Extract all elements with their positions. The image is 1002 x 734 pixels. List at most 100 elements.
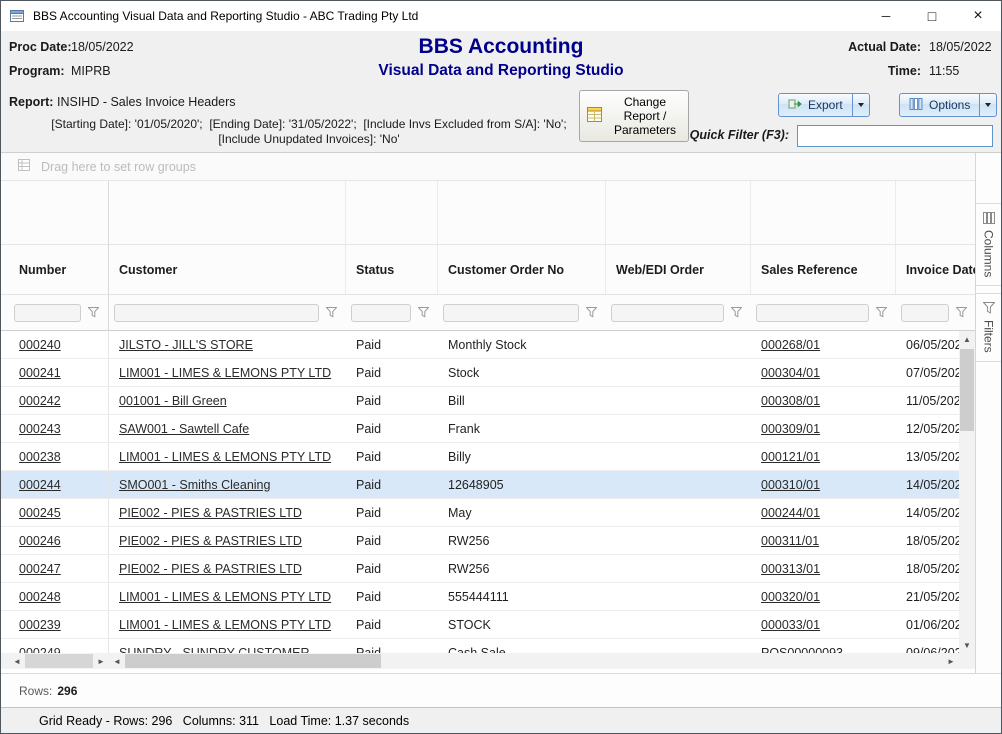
- filter-funnel-icon[interactable]: [586, 307, 597, 318]
- close-button[interactable]: ×: [955, 1, 1001, 31]
- table-row[interactable]: 000249SUNDRY - SUNDRY CUSTOMERPaidCash S…: [1, 639, 959, 653]
- column-header-number[interactable]: Number: [9, 245, 109, 294]
- table-row[interactable]: 000239LIM001 - LIMES & LEMONS PTY LTDPai…: [1, 611, 959, 639]
- cell-number[interactable]: 000248: [9, 583, 109, 610]
- options-dropdown-button[interactable]: [980, 93, 997, 117]
- options-button[interactable]: Options: [899, 93, 980, 117]
- scroll-left-icon[interactable]: ◄: [109, 653, 125, 669]
- column-header-order_no[interactable]: Customer Order No: [438, 245, 606, 294]
- filter-funnel-icon[interactable]: [956, 307, 967, 318]
- scroll-down-icon[interactable]: ▼: [959, 637, 975, 653]
- cell-number[interactable]: 000247: [9, 555, 109, 582]
- column-header-invoice_date[interactable]: Invoice Date: [896, 245, 975, 294]
- filter-input-customer[interactable]: [114, 304, 319, 322]
- filter-input-order_no[interactable]: [443, 304, 579, 322]
- options-icon: [909, 97, 923, 114]
- vertical-scroll-thumb[interactable]: [960, 349, 974, 431]
- main-horizontal-scroll-track[interactable]: ◄ ►: [109, 653, 959, 669]
- table-row[interactable]: 000245PIE002 - PIES & PASTRIES LTDPaidMa…: [1, 499, 959, 527]
- cell-sales_ref[interactable]: 000121/01: [751, 443, 896, 470]
- cell-number[interactable]: 000240: [9, 331, 109, 358]
- table-row[interactable]: 000242001001 - Bill GreenPaidBill000308/…: [1, 387, 959, 415]
- pinned-scroll-thumb[interactable]: [25, 654, 93, 668]
- export-dropdown-button[interactable]: [853, 93, 870, 117]
- table-row[interactable]: 000243SAW001 - Sawtell CafePaidFrank0003…: [1, 415, 959, 443]
- cell-sales_ref[interactable]: 000308/01: [751, 387, 896, 414]
- cell-customer[interactable]: LIM001 - LIMES & LEMONS PTY LTD: [109, 359, 346, 386]
- table-row[interactable]: 000240JILSTO - JILL'S STOREPaidMonthly S…: [1, 331, 959, 359]
- cell-sales_ref[interactable]: 000311/01: [751, 527, 896, 554]
- cell-customer[interactable]: SAW001 - Sawtell Cafe: [109, 415, 346, 442]
- quick-filter-input[interactable]: [797, 125, 993, 147]
- vertical-scroll-track[interactable]: [959, 347, 975, 637]
- horizontal-scroll-thumb[interactable]: [125, 654, 381, 668]
- maximize-button[interactable]: □: [909, 1, 955, 31]
- table-row[interactable]: 000238LIM001 - LIMES & LEMONS PTY LTDPai…: [1, 443, 959, 471]
- cell-number[interactable]: 000238: [9, 443, 109, 470]
- pinned-horizontal-scrollbar[interactable]: ◄ ►: [9, 653, 109, 669]
- filter-funnel-icon[interactable]: [88, 307, 99, 318]
- cell-customer[interactable]: PIE002 - PIES & PASTRIES LTD: [109, 527, 346, 554]
- cell-sales_ref[interactable]: 000313/01: [751, 555, 896, 582]
- export-button[interactable]: Export: [778, 93, 853, 117]
- cell-customer[interactable]: 001001 - Bill Green: [109, 387, 346, 414]
- horizontal-scrollbar[interactable]: ◄ ► ◄ ►: [1, 653, 975, 669]
- cell-sales_ref[interactable]: 000309/01: [751, 415, 896, 442]
- filter-funnel-icon[interactable]: [326, 307, 337, 318]
- cell-number[interactable]: 000245: [9, 499, 109, 526]
- cell-customer[interactable]: SMO001 - Smiths Cleaning: [109, 471, 346, 498]
- cell-number[interactable]: 000249: [9, 639, 109, 653]
- table-row[interactable]: 000241LIM001 - LIMES & LEMONS PTY LTDPai…: [1, 359, 959, 387]
- cell-customer[interactable]: LIM001 - LIMES & LEMONS PTY LTD: [109, 611, 346, 638]
- filter-input-web_edi[interactable]: [611, 304, 724, 322]
- cell-sales_ref[interactable]: 000268/01: [751, 331, 896, 358]
- table-row[interactable]: 000247PIE002 - PIES & PASTRIES LTDPaidRW…: [1, 555, 959, 583]
- cell-customer[interactable]: PIE002 - PIES & PASTRIES LTD: [109, 499, 346, 526]
- report-label: Report:: [9, 95, 57, 109]
- filter-input-number[interactable]: [14, 304, 81, 322]
- filter-input-invoice_date[interactable]: [901, 304, 949, 322]
- pinned-scroll-track[interactable]: [25, 653, 93, 669]
- horizontal-scroll-track[interactable]: [381, 653, 943, 669]
- filter-funnel-icon[interactable]: [731, 307, 742, 318]
- cell-number[interactable]: 000241: [9, 359, 109, 386]
- table-row[interactable]: 000246PIE002 - PIES & PASTRIES LTDPaidRW…: [1, 527, 959, 555]
- column-header-web_edi[interactable]: Web/EDI Order: [606, 245, 751, 294]
- filter-funnel-icon[interactable]: [876, 307, 887, 318]
- filter-input-sales_ref[interactable]: [756, 304, 869, 322]
- filter-funnel-icon[interactable]: [418, 307, 429, 318]
- cell-sales_ref[interactable]: 000320/01: [751, 583, 896, 610]
- filter-input-status[interactable]: [351, 304, 411, 322]
- column-header-sales_ref[interactable]: Sales Reference: [751, 245, 896, 294]
- cell-sales_ref[interactable]: 000310/01: [751, 471, 896, 498]
- column-header-status[interactable]: Status: [346, 245, 438, 294]
- cell-number[interactable]: 000242: [9, 387, 109, 414]
- cell-customer[interactable]: PIE002 - PIES & PASTRIES LTD: [109, 555, 346, 582]
- scroll-right-icon[interactable]: ►: [93, 653, 109, 669]
- cell-number[interactable]: 000246: [9, 527, 109, 554]
- column-header-customer[interactable]: Customer: [109, 245, 346, 294]
- vertical-scrollbar[interactable]: ▲ ▼: [959, 331, 975, 653]
- table-row[interactable]: 000248LIM001 - LIMES & LEMONS PTY LTDPai…: [1, 583, 959, 611]
- cell-number[interactable]: 000244: [9, 471, 109, 498]
- change-report-button[interactable]: Change Report / Parameters: [579, 90, 689, 142]
- cell-sales_ref[interactable]: 000304/01: [751, 359, 896, 386]
- cell-sales_ref[interactable]: 000033/01: [751, 611, 896, 638]
- minimize-button[interactable]: ─: [863, 1, 909, 31]
- group-header-cell: [751, 181, 896, 244]
- table-row[interactable]: 000244SMO001 - Smiths CleaningPaid126489…: [1, 471, 959, 499]
- cell-number[interactable]: 000239: [9, 611, 109, 638]
- cell-customer[interactable]: JILSTO - JILL'S STORE: [109, 331, 346, 358]
- cell-web_edi: [606, 639, 751, 653]
- side-tab-filters[interactable]: Filters: [976, 293, 1001, 362]
- side-tab-columns[interactable]: Columns: [976, 203, 1001, 286]
- scroll-left-icon[interactable]: ◄: [9, 653, 25, 669]
- cell-number[interactable]: 000243: [9, 415, 109, 442]
- row-group-drop-zone[interactable]: Drag here to set row groups: [1, 153, 975, 181]
- cell-sales_ref[interactable]: 000244/01: [751, 499, 896, 526]
- cell-customer[interactable]: SUNDRY - SUNDRY CUSTOMER: [109, 639, 346, 653]
- scroll-up-icon[interactable]: ▲: [959, 331, 975, 347]
- cell-customer[interactable]: LIM001 - LIMES & LEMONS PTY LTD: [109, 443, 346, 470]
- scroll-right-icon[interactable]: ►: [943, 653, 959, 669]
- cell-customer[interactable]: LIM001 - LIMES & LEMONS PTY LTD: [109, 583, 346, 610]
